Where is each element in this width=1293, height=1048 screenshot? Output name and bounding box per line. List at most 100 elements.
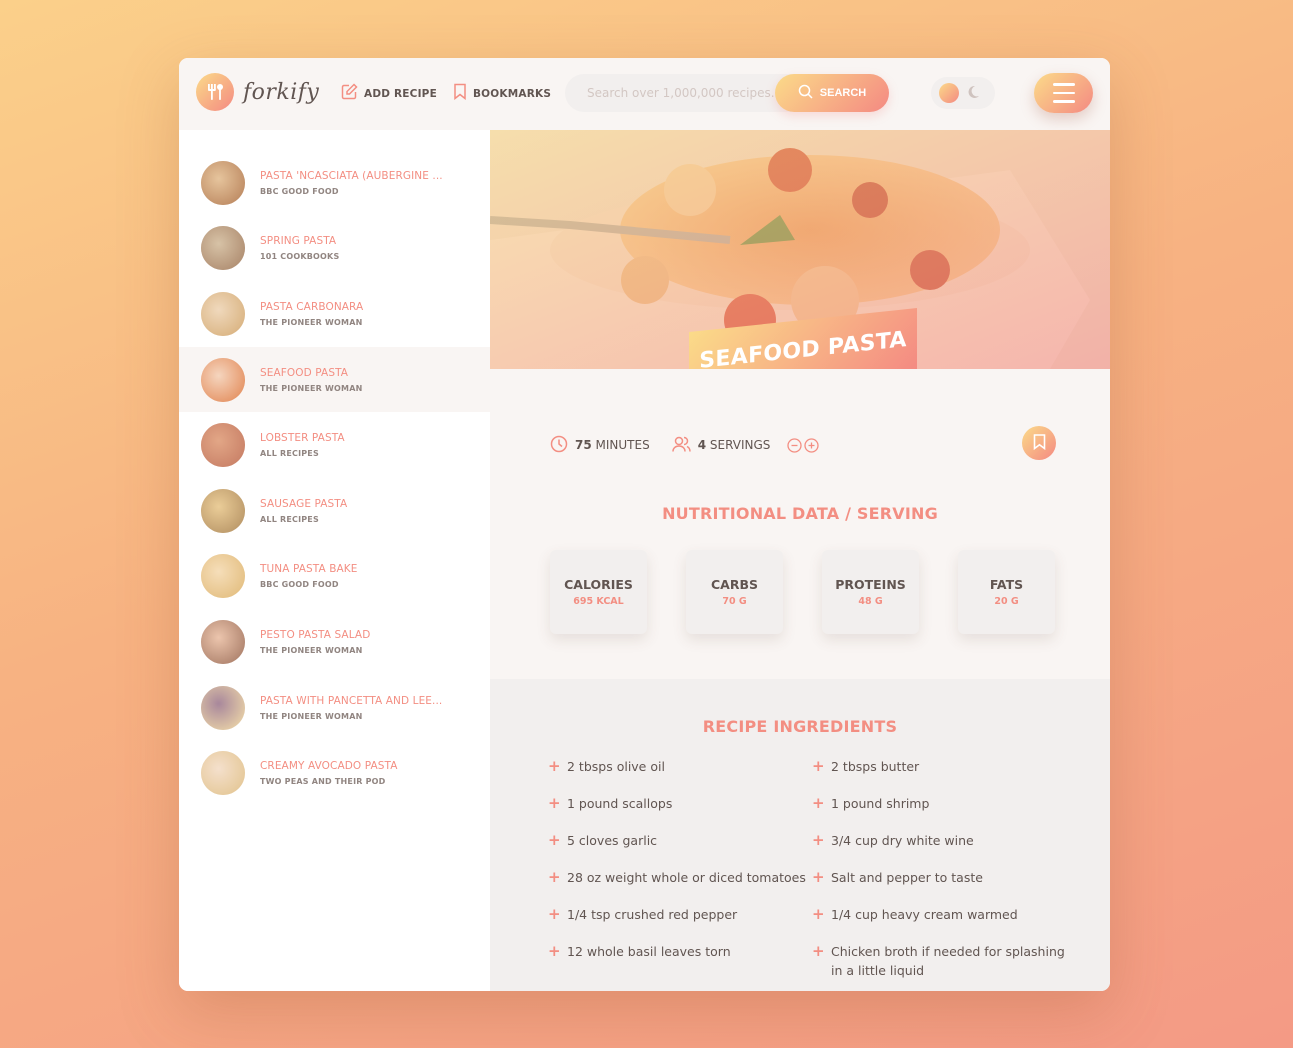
- search-button[interactable]: SEARCH: [775, 74, 889, 112]
- plus-icon: +: [812, 942, 825, 960]
- ingredient-item: + 3/4 cup dry white wine: [812, 832, 1068, 869]
- ingredients-section: RECIPE INGREDIENTS + 2 tbsps olive oil + …: [490, 679, 1110, 991]
- ingredient-text: 5 cloves garlic: [567, 833, 658, 848]
- ingredients-heading: RECIPE INGREDIENTS: [702, 717, 898, 736]
- recipe-thumbnail: [201, 226, 245, 271]
- result-title: PASTA 'NCASCIATA (AUBERGINE ...: [260, 169, 443, 182]
- ingredient-text: 28 oz weight whole or diced tomatoes: [567, 870, 806, 885]
- add-recipe-button[interactable]: ADD RECIPE: [341, 83, 437, 104]
- result-publisher: 101 COOKBOOKS: [260, 252, 340, 262]
- recipe-thumbnail: [201, 291, 245, 336]
- search-result-item[interactable]: TUNA PASTA BAKE BBC GOOD FOOD: [179, 544, 490, 610]
- recipe-thumbnail: [201, 554, 245, 599]
- recipe-thumbnail: [201, 488, 245, 533]
- recipe-thumbnail: [201, 160, 245, 205]
- ingredient-item: + Chicken broth if needed for splashing …: [812, 943, 1068, 987]
- plus-circle-icon: [804, 437, 820, 453]
- nutrition-value: 70 G: [722, 596, 747, 607]
- increase-servings-button[interactable]: [804, 437, 820, 453]
- result-text: LOBSTER PASTA ALL RECIPES: [260, 432, 345, 458]
- nutrition-value: 695 KCAL: [573, 596, 624, 607]
- cooking-time: 75 MINUTES: [550, 435, 650, 456]
- result-text: PASTA CARBONARA THE PIONEER WOMAN: [260, 301, 363, 327]
- nutrition-heading: NUTRITIONAL DATA / SERVING: [662, 504, 938, 523]
- menu-button[interactable]: [1034, 73, 1093, 113]
- nutrition-card-calories: CALORIES 695 KCAL: [550, 550, 647, 634]
- result-publisher: ALL RECIPES: [260, 514, 319, 524]
- search-result-item[interactable]: PASTA CARBONARA THE PIONEER WOMAN: [179, 281, 490, 347]
- ingredient-text: 3/4 cup dry white wine: [831, 833, 974, 848]
- result-text: TUNA PASTA BAKE BBC GOOD FOOD: [260, 563, 358, 589]
- clock-icon: [550, 435, 568, 456]
- nutrition-value: 48 G: [858, 596, 883, 607]
- decrease-servings-button[interactable]: [787, 437, 803, 453]
- ingredient-text: 1 pound shrimp: [831, 796, 930, 811]
- search-result-item[interactable]: CREAMY AVOCADO PASTA TWO PEAS AND THEIR …: [179, 740, 490, 806]
- ingredient-item: + Salt and pepper to taste: [812, 869, 1068, 906]
- recipe-title: SEAFOOD PASTA: [699, 326, 907, 369]
- search-button-label: SEARCH: [819, 87, 867, 99]
- plus-icon: +: [548, 905, 561, 923]
- result-text: PASTA WITH PANCETTA AND LEE... THE PIONE…: [260, 695, 442, 721]
- search-result-item[interactable]: PASTA 'NCASCIATA (AUBERGINE ... BBC GOOD…: [179, 150, 490, 216]
- recipe-image: SEAFOOD PASTA: [490, 130, 1110, 369]
- search-result-item[interactable]: PASTA WITH PANCETTA AND LEE... THE PIONE…: [179, 675, 490, 741]
- search-result-item[interactable]: SPRING PASTA 101 COOKBOOKS: [179, 216, 490, 282]
- search-result-item[interactable]: LOBSTER PASTA ALL RECIPES: [179, 412, 490, 478]
- result-title: SAUSAGE PASTA: [260, 497, 348, 510]
- result-text: SPRING PASTA 101 COOKBOOKS: [260, 235, 339, 261]
- servings-unit: SERVINGS: [709, 438, 771, 452]
- search-input[interactable]: [587, 86, 787, 100]
- bookmark-icon: [453, 83, 467, 104]
- ingredient-item: + 1 pound scallops: [548, 795, 812, 832]
- ingredient-item: + 12 whole basil leaves torn: [548, 943, 812, 980]
- logo[interactable]: forkify: [196, 73, 319, 111]
- add-recipe-label: ADD RECIPE: [364, 87, 437, 100]
- result-publisher: THE PIONEER WOMAN: [260, 645, 363, 655]
- cooking-time-value: 75: [575, 438, 592, 452]
- result-text: SAUSAGE PASTA ALL RECIPES: [260, 498, 347, 524]
- bookmark-icon: [1033, 433, 1046, 453]
- servings-controls: [787, 437, 820, 453]
- ingredient-item: + 1 pound shrimp: [812, 795, 1068, 832]
- result-text: CREAMY AVOCADO PASTA TWO PEAS AND THEIR …: [260, 760, 398, 786]
- ingredient-text: 1/4 tsp crushed red pepper: [567, 907, 738, 922]
- search-result-item[interactable]: SAUSAGE PASTA ALL RECIPES: [179, 478, 490, 544]
- nutrition-value: 20 G: [994, 596, 1019, 607]
- result-publisher: BBC GOOD FOOD: [260, 186, 339, 196]
- ingredient-item: + 1/4 cup heavy cream warmed: [812, 906, 1068, 943]
- plus-icon: +: [812, 905, 825, 923]
- result-title: SPRING PASTA: [260, 235, 337, 248]
- plus-icon: +: [548, 831, 561, 849]
- servings: 4 SERVINGS: [671, 435, 820, 456]
- app-container: forkify ADD RECIPE BOOKMARKS Search over…: [179, 58, 1110, 991]
- nutrition-label: CALORIES: [564, 577, 633, 592]
- search-result-item[interactable]: SEAFOOD PASTA THE PIONEER WOMAN: [179, 346, 490, 413]
- plus-icon: +: [548, 794, 561, 812]
- ingredient-text: 2 tbsps butter: [831, 759, 920, 774]
- result-publisher: ALL RECIPES: [260, 449, 319, 459]
- plus-icon: +: [548, 757, 561, 775]
- ingredient-text: 1 pound scallops: [567, 796, 673, 811]
- nutrition-label: PROTEINS: [835, 577, 906, 592]
- fork-spoon-icon: [196, 73, 234, 111]
- ingredient-text: 2 tbsps olive oil: [567, 759, 665, 774]
- users-icon: [671, 435, 691, 456]
- plus-icon: +: [812, 831, 825, 849]
- bookmarks-button[interactable]: BOOKMARKS: [453, 83, 551, 104]
- recipe-thumbnail: [201, 357, 245, 402]
- sun-icon: [939, 83, 959, 103]
- search-icon: [798, 84, 813, 102]
- recipe-details: 75 MINUTES 4 SERVINGS: [550, 430, 1056, 460]
- hamburger-icon-bar: [1052, 91, 1075, 95]
- ingredient-text: 1/4 cup heavy cream warmed: [831, 907, 1018, 922]
- theme-toggle[interactable]: [931, 77, 995, 109]
- result-text: SEAFOOD PASTA THE PIONEER WOMAN: [260, 367, 363, 393]
- minus-circle-icon: [787, 437, 803, 453]
- result-title: PASTA CARBONARA: [260, 300, 364, 313]
- search-result-item[interactable]: PESTO PASTA SALAD THE PIONEER WOMAN: [179, 609, 490, 675]
- bookmark-recipe-button[interactable]: [1022, 426, 1056, 460]
- search-results: PASTA 'NCASCIATA (AUBERGINE ... BBC GOOD…: [179, 130, 490, 991]
- hamburger-icon-bar: [1052, 100, 1075, 103]
- ingredient-text: 12 whole basil leaves torn: [567, 944, 731, 959]
